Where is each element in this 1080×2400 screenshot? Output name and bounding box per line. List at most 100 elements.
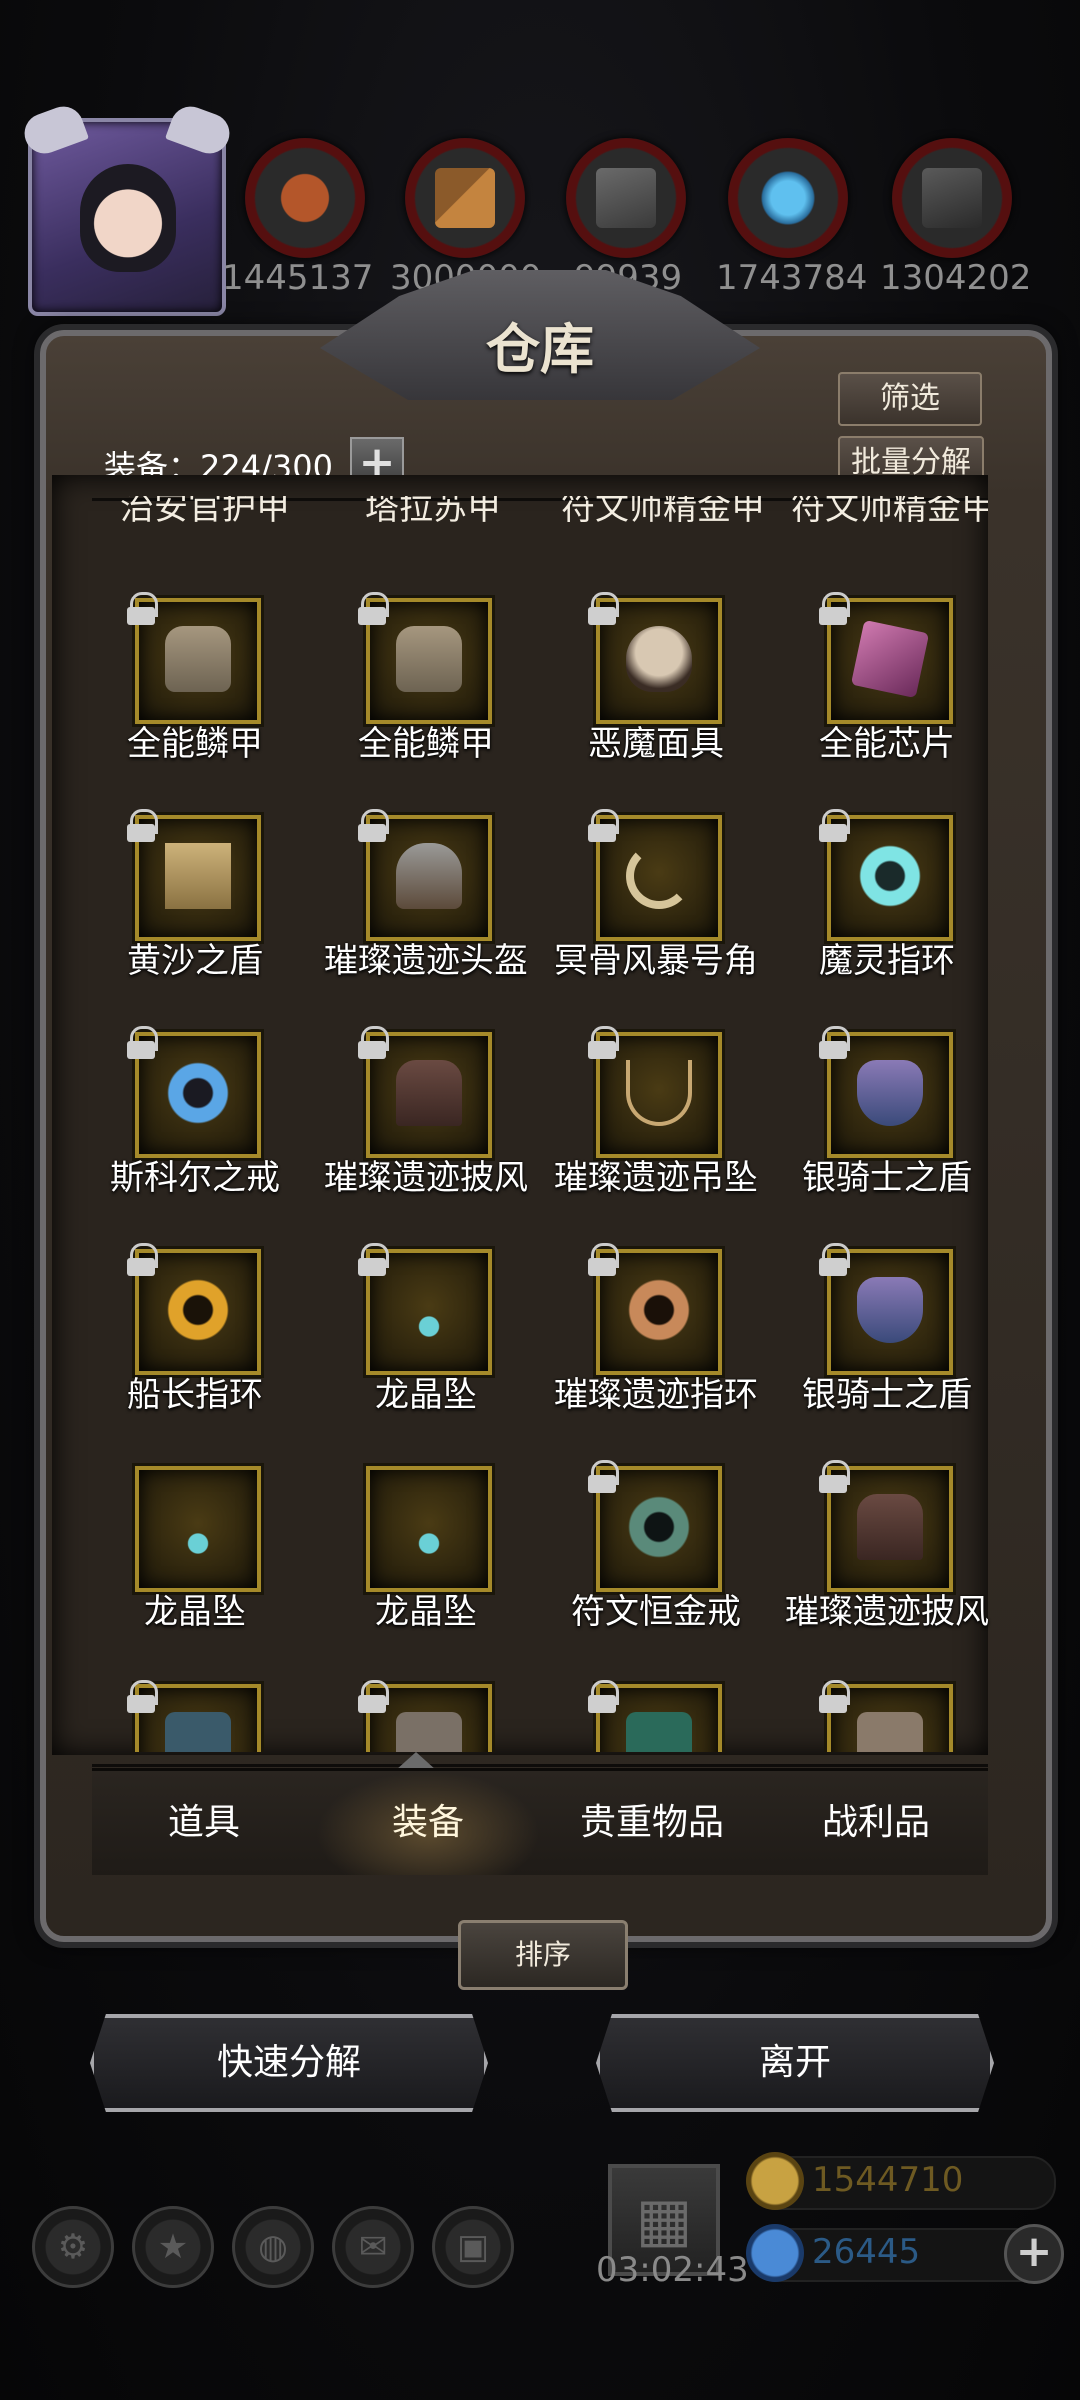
meat-value: 1445137 — [222, 258, 374, 298]
item-art-icon — [857, 1712, 923, 1752]
lock-icon — [819, 1460, 850, 1493]
item-slot[interactable]: 符文恒金戒 — [541, 1460, 771, 1656]
tab-equipment[interactable]: 装备 — [316, 1771, 540, 1875]
item-slot[interactable]: 黄沙之盾 — [80, 809, 310, 1005]
lock-icon — [588, 592, 619, 625]
settings-icon[interactable]: ⚙ — [32, 2206, 114, 2288]
iron-value: 1304202 — [880, 258, 1032, 298]
clipped-item-row-bottom — [92, 1680, 988, 1752]
lock-icon — [358, 1680, 389, 1713]
horn-icon — [626, 843, 692, 909]
tab-items[interactable]: 道具 — [92, 1771, 316, 1875]
item-art-icon — [396, 1712, 462, 1752]
quick-dismantle-button[interactable]: 快速分解 — [90, 2014, 488, 2112]
lock-icon — [588, 1460, 619, 1493]
amulet-icon — [165, 1494, 231, 1560]
item-name: 符文恒金戒 — [571, 1592, 741, 1632]
item-slot[interactable]: 全能芯片 — [772, 592, 1002, 788]
item-slot[interactable]: 全能鳞甲 — [311, 592, 541, 788]
scale-armor-icon — [396, 626, 462, 692]
item-name: 斯科尔之戒 — [110, 1158, 280, 1198]
gold-ring-icon — [165, 1277, 231, 1343]
item-name: 龙晶坠 — [144, 1592, 246, 1632]
item-slot[interactable]: 船长指环 — [80, 1243, 310, 1439]
rune-ring-icon — [626, 1494, 692, 1560]
item-name: 璀璨遗迹指环 — [554, 1375, 758, 1415]
item-slot[interactable]: 银骑士之盾 — [772, 1026, 1002, 1222]
item-name: 银骑士之盾 — [802, 1158, 972, 1198]
sand-shield-icon — [165, 843, 231, 909]
filter-button[interactable]: 筛选 — [838, 372, 982, 426]
stone-icon — [566, 138, 686, 258]
lock-icon — [588, 809, 619, 842]
ring-icon — [165, 1060, 231, 1126]
meat-icon — [245, 138, 365, 258]
shield-icon — [857, 1277, 923, 1343]
tab-valuables[interactable]: 贵重物品 — [540, 1771, 764, 1875]
gem-icon — [746, 2224, 804, 2282]
lock-icon — [819, 592, 850, 625]
item-name: 全能鳞甲 — [127, 724, 263, 764]
tab-loot[interactable]: 战利品 — [764, 1771, 988, 1875]
star-icon[interactable]: ★ — [132, 2206, 214, 2288]
sort-button[interactable]: 排序 — [458, 1920, 628, 1990]
copper-ring-icon — [626, 1277, 692, 1343]
iron-icon — [892, 138, 1012, 258]
item-slot[interactable]: 龙晶坠 — [80, 1466, 310, 1656]
item-slot[interactable]: 璀璨遗迹指环 — [541, 1243, 771, 1439]
item-slot[interactable]: 魔灵指环 — [772, 809, 1002, 1005]
demon-mask-icon — [626, 626, 692, 692]
item-slot[interactable]: 恶魔面具 — [541, 592, 771, 788]
item-name: 璀璨遗迹吊坠 — [554, 1158, 758, 1198]
amulet-icon — [396, 1277, 462, 1343]
lock-icon — [127, 592, 158, 625]
item-name: 全能芯片 — [819, 724, 955, 764]
category-tabs: 道具 装备 贵重物品 战利品 — [92, 1768, 988, 1875]
item-slot[interactable]: 全能鳞甲 — [80, 592, 310, 788]
lock-icon — [127, 1680, 158, 1713]
wood-icon — [405, 138, 525, 258]
item-slot[interactable]: 龙晶坠 — [311, 1243, 541, 1439]
player-avatar[interactable] — [18, 100, 236, 316]
item-slot[interactable]: 龙晶坠 — [311, 1466, 541, 1656]
lock-icon — [127, 1026, 158, 1059]
lock-icon — [127, 809, 158, 842]
item-frame — [135, 1466, 261, 1592]
item-slot[interactable]: 璀璨遗迹披风 — [311, 1026, 541, 1222]
lock-icon — [358, 809, 389, 842]
clipped-item-name: 塔拉苏甲 — [365, 496, 501, 528]
item-slot[interactable]: 冥骨风暴号角 — [541, 809, 771, 1005]
lock-icon — [588, 1026, 619, 1059]
lock-icon — [819, 1243, 850, 1276]
cloak-icon — [857, 1494, 923, 1560]
clipped-item-name: 符文师精金甲 — [791, 496, 988, 528]
gem-value: 26445 — [812, 2232, 921, 2272]
clipped-item-name: 治安官护甲 — [120, 496, 290, 528]
item-name: 黄沙之盾 — [127, 941, 263, 981]
amulet-icon — [396, 1494, 462, 1560]
gold-value: 1544710 — [812, 2160, 964, 2200]
clipped-item-name: 符文师精金甲 — [561, 496, 765, 528]
item-slot[interactable]: 璀璨遗迹吊坠 — [541, 1026, 771, 1222]
item-frame — [366, 1466, 492, 1592]
gift-timer: 03:02:43 — [596, 2250, 749, 2290]
grid-bottom-divider — [92, 1764, 988, 1767]
item-slot[interactable]: 银骑士之盾 — [772, 1243, 1002, 1439]
lock-icon — [588, 1680, 619, 1713]
item-slot[interactable]: 斯科尔之戒 — [80, 1026, 310, 1222]
leave-button[interactable]: 离开 — [596, 2014, 994, 2112]
portal-icon[interactable]: ◍ — [232, 2206, 314, 2288]
add-currency-button[interactable]: + — [1004, 2224, 1064, 2284]
pendant-icon — [626, 1060, 692, 1126]
item-art-icon — [165, 1712, 231, 1752]
item-name: 魔灵指环 — [819, 941, 955, 981]
lock-icon — [127, 1243, 158, 1276]
item-name: 船长指环 — [127, 1375, 263, 1415]
item-slot[interactable]: 璀璨遗迹披风 — [772, 1460, 1002, 1656]
item-name: 银骑士之盾 — [802, 1375, 972, 1415]
lock-icon — [358, 1243, 389, 1276]
gift-box-icon[interactable]: ▣ — [432, 2206, 514, 2288]
mail-icon[interactable]: ✉ — [332, 2206, 414, 2288]
lock-icon — [358, 1026, 389, 1059]
item-slot[interactable]: 璀璨遗迹头盔 — [311, 809, 541, 1005]
